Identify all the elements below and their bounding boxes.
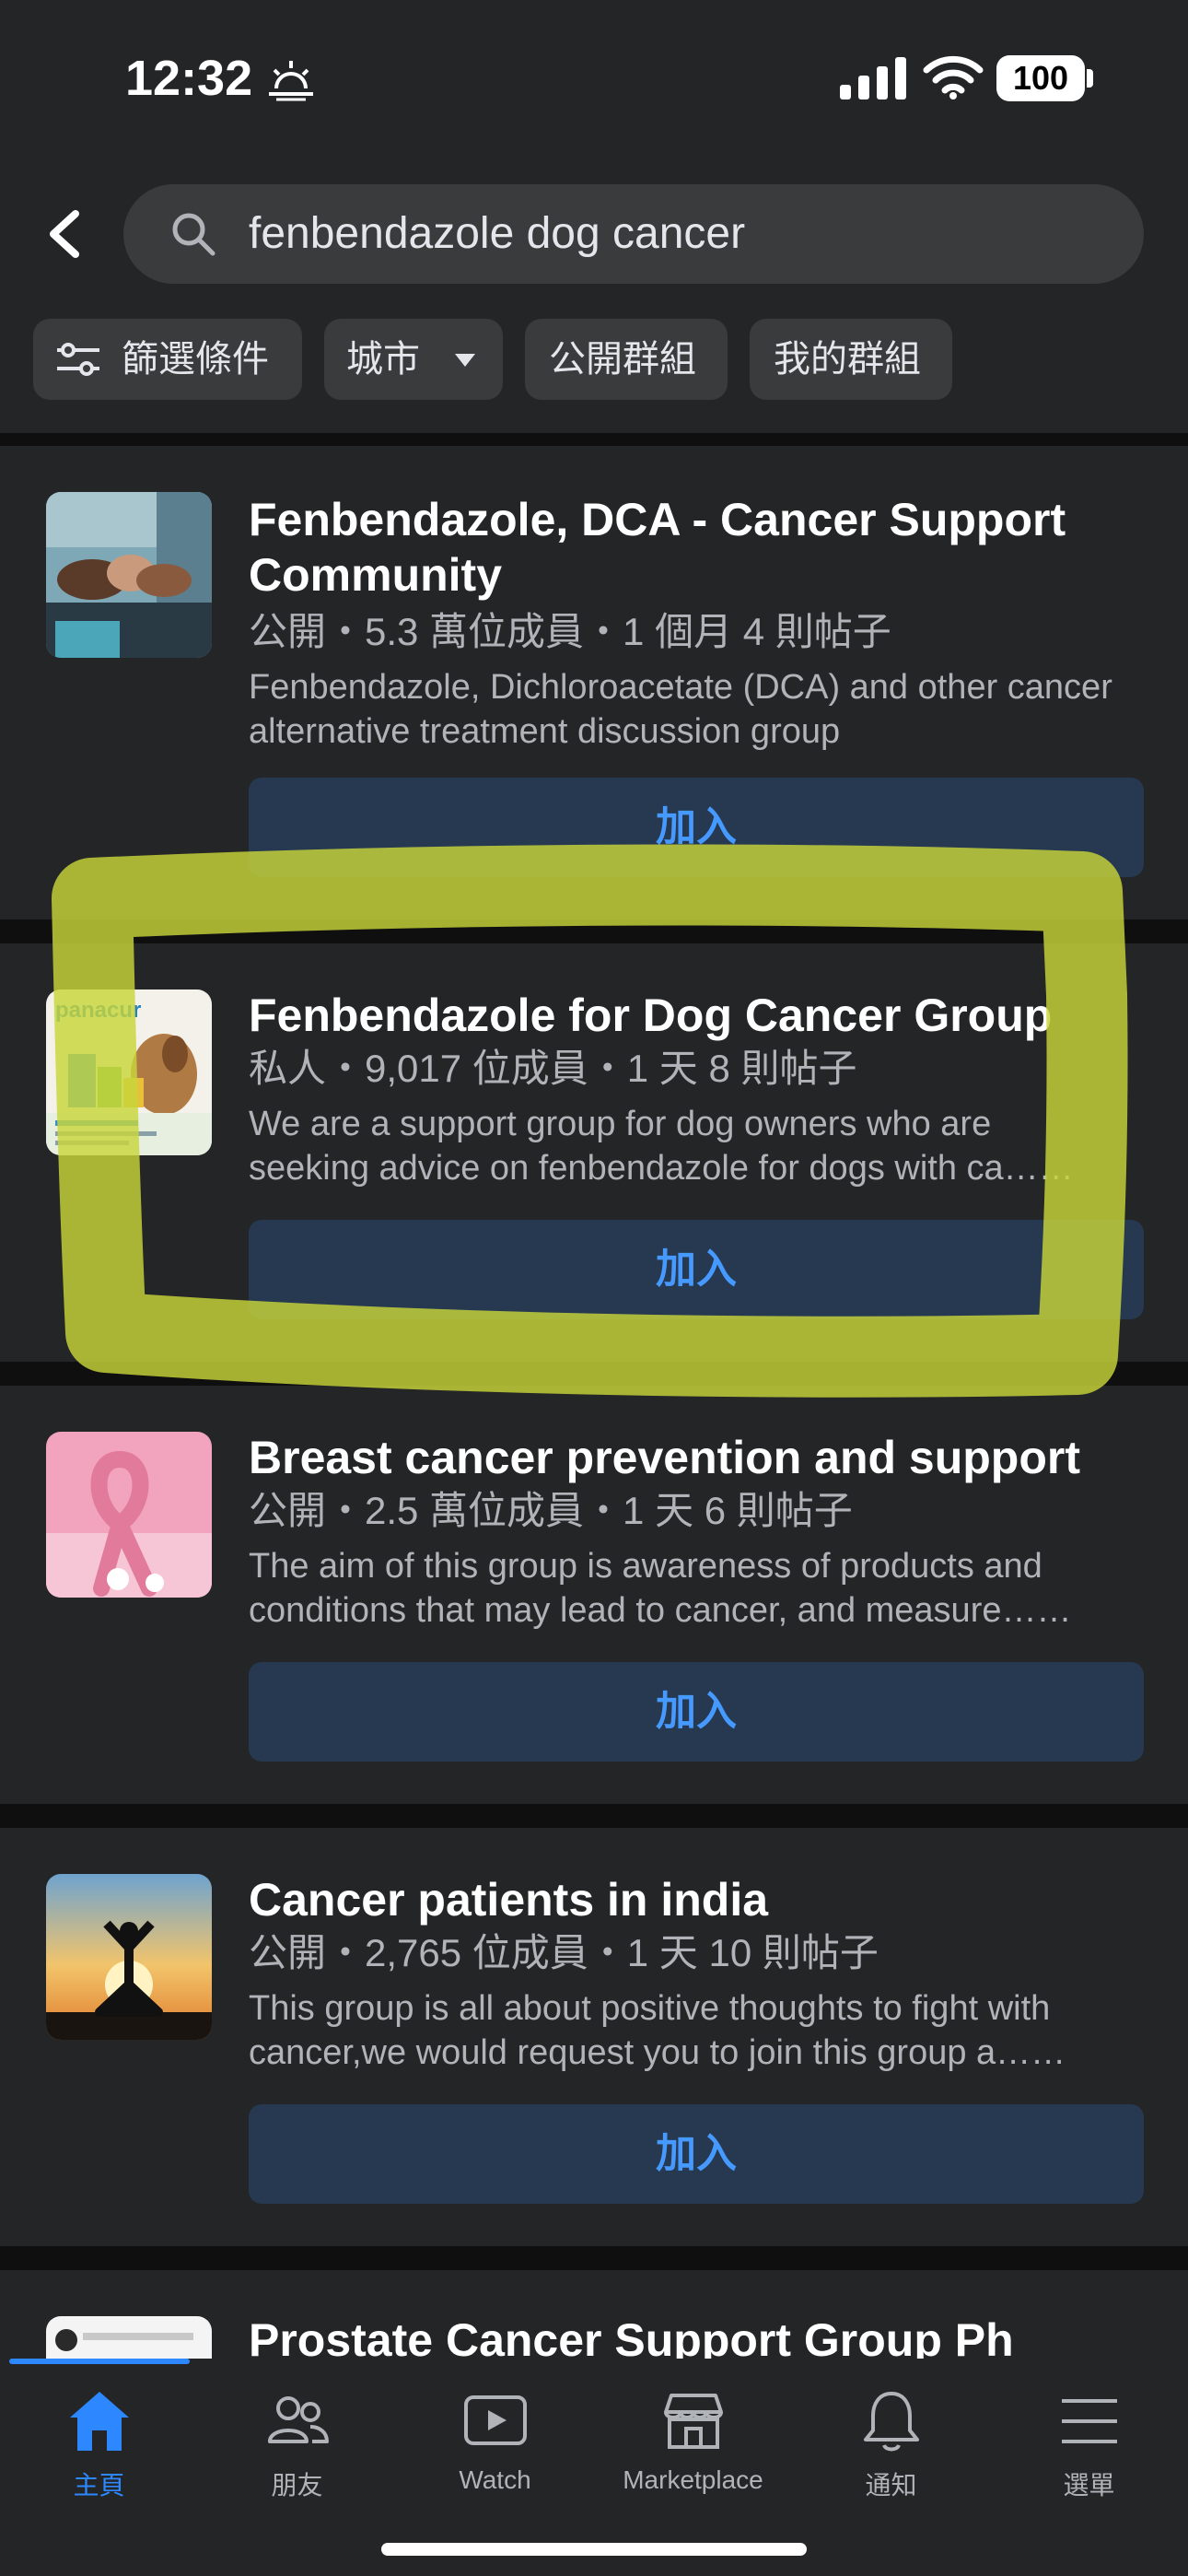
home-icon <box>69 2392 129 2451</box>
group-thumbnail <box>46 1432 212 1598</box>
section-divider <box>0 2246 1188 2270</box>
caret-down-icon <box>455 354 475 367</box>
tab-label: Watch <box>459 2465 531 2494</box>
join-button[interactable]: 加入 <box>249 778 1144 877</box>
group-thumbnail <box>46 1874 212 2040</box>
status-bar: 12:32 100 <box>0 0 1188 157</box>
filter-chip-city[interactable]: 城市 <box>324 319 503 400</box>
group-thumbnail: panacur <box>46 989 212 1155</box>
group-thumbnail <box>46 2316 212 2359</box>
filter-chip-my-groups[interactable]: 我的群組 <box>750 319 952 400</box>
tab-notifications[interactable]: 通知 <box>792 2384 990 2513</box>
tab-marketplace[interactable]: Marketplace <box>594 2384 792 2513</box>
group-meta: 公開・2,765 位成員・1 天 10 則帖子 <box>249 1931 879 1974</box>
group-result-card[interactable]: Cancer patients in india 公開・2,765 位成員・1 … <box>0 1828 1188 2246</box>
group-result-card[interactable]: panacur Fenbendazole for Dog Cancer Grou… <box>0 943 1188 1362</box>
back-arrow-icon[interactable] <box>37 205 92 263</box>
wifi-icon <box>923 55 984 100</box>
group-meta: 私人・9,017 位成員・1 天 8 則帖子 <box>249 1047 857 1090</box>
group-result-card[interactable]: Prostate Cancer Support Group Ph <box>0 2270 1188 2359</box>
tab-friends[interactable]: 朋友 <box>198 2384 396 2513</box>
group-description: Fenbendazole, Dichloroacetate (DCA) and … <box>249 668 1112 751</box>
home-indicator <box>381 2543 807 2556</box>
section-divider <box>0 919 1188 943</box>
tab-home[interactable]: 主頁 <box>0 2384 198 2513</box>
join-button[interactable]: 加入 <box>249 2104 1144 2204</box>
search-query: fenbendazole dog cancer <box>249 209 746 258</box>
filter-chip-label: 篩選條件 <box>122 339 269 380</box>
menu-icon <box>1061 2399 1117 2443</box>
group-result-card[interactable]: Fenbendazole, DCA - Cancer Support Commu… <box>0 446 1188 919</box>
filter-chip-filters[interactable]: 篩選條件 <box>33 319 302 400</box>
section-divider <box>0 433 1188 446</box>
sunrise-icon <box>269 61 313 101</box>
join-button[interactable]: 加入 <box>249 1220 1144 1319</box>
group-title[interactable]: Fenbendazole, DCA - Cancer Support Commu… <box>249 492 1133 603</box>
status-time: 12:32 <box>125 51 253 106</box>
group-description-line-1: We are a support group for dog owners wh… <box>249 1105 992 1143</box>
section-divider <box>0 1362 1188 1386</box>
group-description-line-2: conditions that may lead to cancer, and … <box>249 1591 1072 1630</box>
section-divider <box>0 1804 1188 1828</box>
group-result-card[interactable]: Breast cancer prevention and support 公開・… <box>0 1386 1188 1804</box>
tab-label: 主頁 <box>73 2471 125 2500</box>
tab-label: Marketplace <box>623 2465 763 2494</box>
group-title[interactable]: Fenbendazole for Dog Cancer Group <box>249 988 1133 1043</box>
tab-menu[interactable]: 選單 <box>990 2384 1188 2513</box>
cellular-signal-icon <box>840 57 906 100</box>
thumbnail-logo: panacur <box>55 998 141 1023</box>
group-description-line-2: cancer,we would request you to join this… <box>249 2033 1066 2072</box>
filter-chip-public-groups[interactable]: 公開群組 <box>525 319 728 400</box>
tab-label: 朋友 <box>271 2471 323 2500</box>
group-description-line-2: seeking advice on fenbendazole for dogs … <box>249 1149 1074 1188</box>
group-meta: 公開・5.3 萬位成員・1 個月 4 則帖子 <box>249 610 891 653</box>
friends-icon <box>267 2396 329 2443</box>
tab-watch[interactable]: Watch <box>396 2384 594 2513</box>
group-thumbnail <box>46 492 212 658</box>
active-tab-indicator <box>9 2359 190 2364</box>
filter-chip-label: 我的群組 <box>774 339 921 380</box>
watch-icon <box>463 2395 527 2445</box>
group-title[interactable]: Breast cancer prevention and support <box>249 1430 1133 1485</box>
group-title[interactable]: Prostate Cancer Support Group Ph <box>249 2313 1133 2359</box>
marketplace-icon <box>663 2394 723 2449</box>
filter-chip-label: 城市 <box>346 339 420 380</box>
battery-indicator: 100 <box>996 55 1085 101</box>
search-input[interactable]: fenbendazole dog cancer <box>123 184 1144 284</box>
group-description-line-1: This group is all about positive thought… <box>249 1989 1051 2028</box>
join-button[interactable]: 加入 <box>249 1662 1144 1762</box>
bell-icon <box>863 2392 919 2452</box>
tab-label: 通知 <box>865 2471 917 2500</box>
search-icon <box>172 213 215 256</box>
battery-cap <box>1087 69 1093 88</box>
group-title[interactable]: Cancer patients in india <box>249 1872 1133 1927</box>
filter-sliders-icon <box>57 343 99 376</box>
filter-chip-label: 公開群組 <box>549 339 696 380</box>
group-description-line-1: The aim of this group is awareness of pr… <box>249 1547 1042 1586</box>
group-meta: 公開・2.5 萬位成員・1 天 6 則帖子 <box>249 1489 853 1532</box>
tab-label: 選單 <box>1063 2471 1115 2500</box>
